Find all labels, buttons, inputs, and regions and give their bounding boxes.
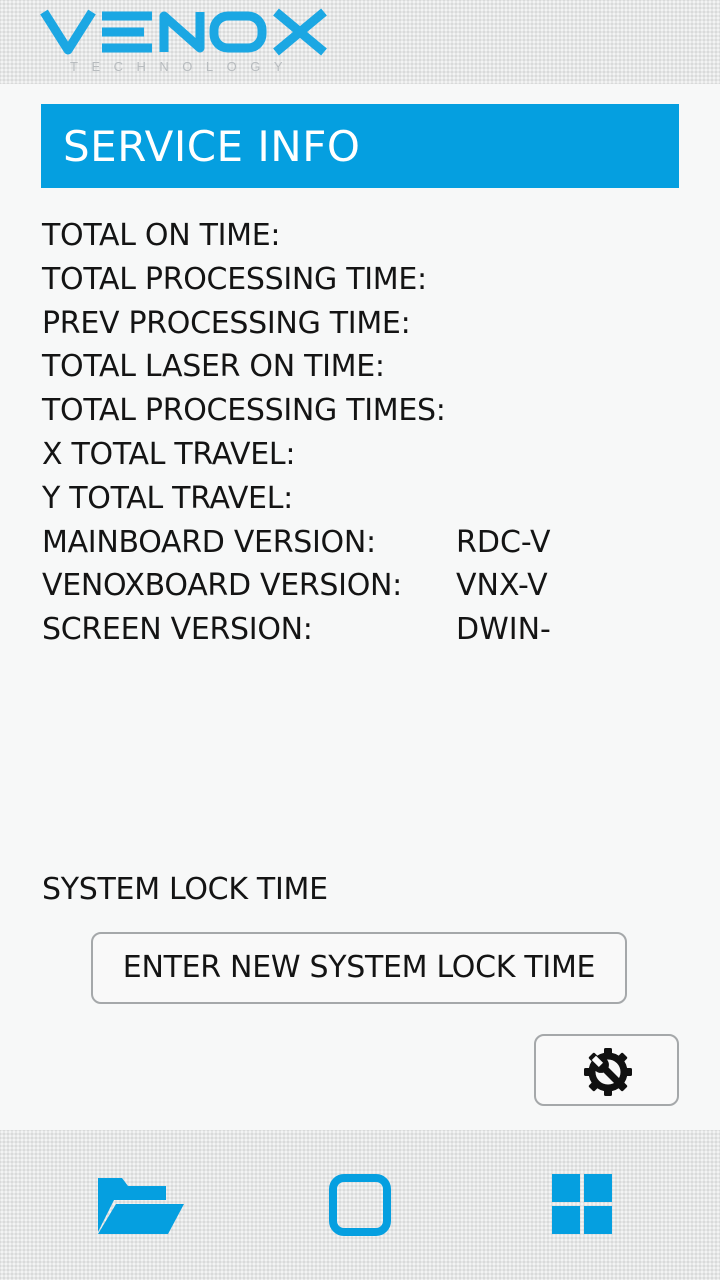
folder-icon <box>98 1178 184 1234</box>
bottom-nav <box>0 1130 720 1280</box>
venox-logo: TECHNOLOGY <box>40 6 330 78</box>
info-label: PREV PROCESSING TIME: <box>42 305 411 341</box>
service-info-list: TOTAL ON TIME: TOTAL PROCESSING TIME: PR… <box>42 214 662 652</box>
info-label: TOTAL PROCESSING TIMES: <box>42 393 446 429</box>
info-label: X TOTAL TRAVEL: <box>42 436 296 472</box>
nav-menu-button[interactable] <box>535 1170 631 1242</box>
info-row-total-laser-on-time: TOTAL LASER ON TIME: <box>42 345 662 389</box>
info-row-y-total-travel: Y TOTAL TRAVEL: <box>42 477 662 521</box>
wrench-gear-icon <box>584 1048 632 1096</box>
info-label: Y TOTAL TRAVEL: <box>42 480 293 516</box>
info-row-x-total-travel: X TOTAL TRAVEL: <box>42 433 662 477</box>
system-lock-time-label: SYSTEM LOCK TIME <box>42 872 328 907</box>
square-icon <box>329 1174 391 1236</box>
info-label: VENOXBOARD VERSION: <box>42 568 402 604</box>
nav-home-button[interactable] <box>312 1170 408 1242</box>
info-value: VNX-V <box>456 568 548 604</box>
info-label: TOTAL PROCESSING TIME: <box>42 261 427 297</box>
info-row-venoxboard-version: VENOXBOARD VERSION: VNX-V <box>42 564 662 608</box>
info-row-screen-version: SCREEN VERSION: DWIN- <box>42 608 662 652</box>
brand-tagline: TECHNOLOGY <box>70 59 297 74</box>
info-label: SCREEN VERSION: <box>42 612 313 648</box>
info-row-total-on-time: TOTAL ON TIME: <box>42 214 662 258</box>
info-label: TOTAL ON TIME: <box>42 218 281 253</box>
venox-logo-mark <box>40 8 327 56</box>
info-label: TOTAL LASER ON TIME: <box>42 349 385 385</box>
info-value: RDC-V <box>456 524 551 560</box>
info-row-prev-processing-time: PREV PROCESSING TIME: <box>42 302 662 346</box>
page-title: SERVICE INFO <box>63 122 361 171</box>
grid-icon <box>552 1174 612 1234</box>
title-bar: SERVICE INFO <box>41 104 679 188</box>
enter-system-lock-time-button[interactable]: ENTER NEW SYSTEM LOCK TIME <box>91 932 627 1004</box>
info-row-mainboard-version: MAINBOARD VERSION: RDC-V <box>42 521 662 565</box>
settings-tool-button[interactable] <box>534 1034 679 1106</box>
info-label: MAINBOARD VERSION: <box>42 524 376 560</box>
header: TECHNOLOGY <box>0 0 720 84</box>
info-row-total-processing-time: TOTAL PROCESSING TIME: <box>42 258 662 302</box>
nav-files-button[interactable] <box>92 1170 188 1242</box>
info-value: DWIN- <box>456 612 551 648</box>
info-row-total-processing-times: TOTAL PROCESSING TIMES: <box>42 389 662 433</box>
